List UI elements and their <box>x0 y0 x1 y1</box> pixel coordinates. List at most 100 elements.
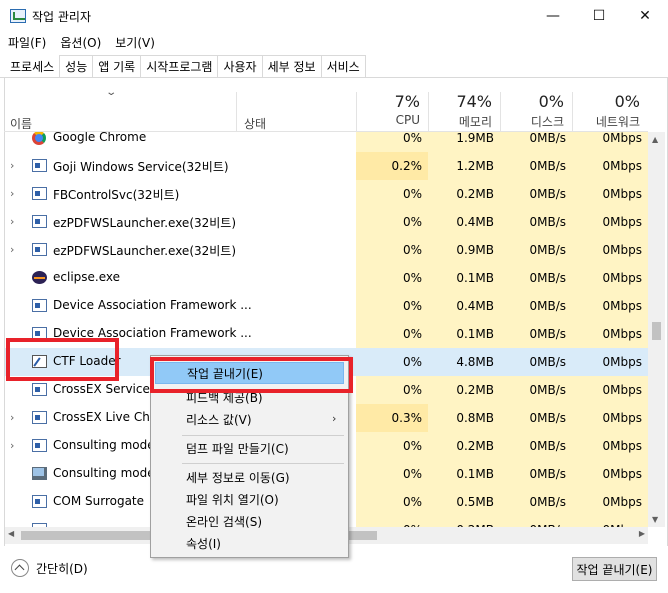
scroll-down-icon[interactable]: ▼ <box>652 515 658 524</box>
network-value: 0Mbps <box>572 292 648 320</box>
cpu-value: 0.3% <box>356 404 428 432</box>
disk-value: 0MB/s <box>500 180 572 208</box>
network-value: 0Mbps <box>572 320 648 348</box>
menu-search-online[interactable]: 온라인 검색(S) <box>186 511 262 533</box>
column-divider[interactable] <box>236 92 237 132</box>
expand-chevron-icon[interactable]: › <box>10 411 14 424</box>
memory-value: 0.5MB <box>428 488 500 516</box>
chrome-icon <box>32 132 46 145</box>
column-header-memory[interactable]: 74% 메모리 <box>428 92 500 132</box>
tab-app-history[interactable]: 앱 기록 <box>92 55 142 77</box>
disk-value: 0MB/s <box>500 432 572 460</box>
tab-details[interactable]: 세부 정보 <box>261 55 322 77</box>
column-header-name[interactable]: 이름 <box>10 115 32 132</box>
expand-chevron-icon[interactable]: › <box>10 243 14 256</box>
scroll-up-icon[interactable]: ▲ <box>652 135 658 144</box>
app-window-icon <box>32 495 47 508</box>
table-row[interactable]: › ezPDFWSLauncher.exe(32비트) 0% 0.4MB 0MB/s 0M… <box>5 208 648 236</box>
menu-resource-values[interactable]: 리소스 값(V) <box>186 409 252 431</box>
menu-open-file-location[interactable]: 파일 위치 열기(O) <box>186 489 279 511</box>
network-value: 0Mbps <box>572 208 648 236</box>
cpu-value: 0% <box>356 132 428 152</box>
memory-value: 0.4MB <box>428 208 500 236</box>
window-title: 작업 관리자 <box>32 10 92 24</box>
tab-performance[interactable]: 성능 <box>59 55 94 77</box>
network-label: 네트워크 <box>595 115 640 129</box>
cpu-value: 0% <box>356 208 428 236</box>
table-row[interactable]: › Goji Windows Service(32비트) 0.2% 1.2MB 0MB/… <box>5 152 648 180</box>
menu-separator <box>182 435 344 436</box>
network-value: 0Mbps <box>572 180 648 208</box>
menu-properties[interactable]: 속성(I) <box>186 533 221 555</box>
vertical-scrollbar[interactable]: ▲ ▼ <box>648 132 665 527</box>
process-name: CrossEX Service(3 <box>53 382 163 396</box>
tab-strip: 프로세스 성능 앱 기록 시작프로그램 사용자 세부 정보 서비스 <box>4 55 366 77</box>
app-window-icon <box>32 243 47 256</box>
app-window-icon <box>32 411 47 424</box>
cpu-value: 0% <box>356 516 428 527</box>
menu-options[interactable]: 옵션(O) <box>60 34 101 51</box>
menu-go-to-details[interactable]: 세부 정보로 이동(G) <box>186 467 290 489</box>
column-header-disk[interactable]: 0% 디스크 <box>500 92 572 132</box>
expand-chevron-icon[interactable]: › <box>10 439 14 452</box>
tab-users[interactable]: 사용자 <box>217 55 263 77</box>
cpu-value: 0% <box>356 236 428 264</box>
app-window-icon <box>32 383 47 396</box>
network-value: 0Mbps <box>572 264 648 292</box>
process-name: ezPDFWSLauncher.exe(32비트) <box>53 244 237 258</box>
memory-value: 0.1MB <box>428 460 500 488</box>
tab-startup[interactable]: 시작프로그램 <box>140 55 219 77</box>
memory-total: 74% <box>456 92 492 111</box>
minimize-button[interactable]: — <box>530 0 576 32</box>
table-row[interactable]: Device Association Framework ... 0% 0.4MB 0… <box>5 292 648 320</box>
collapse-icon[interactable] <box>11 559 29 577</box>
column-header-status[interactable]: 상태 <box>244 115 266 132</box>
sort-chevron-icon[interactable]: ⌄ <box>105 87 117 98</box>
menu-view[interactable]: 보기(V) <box>115 34 155 51</box>
title-bar: 작업 관리자 — ☐ ✕ <box>0 0 668 32</box>
cpu-value: 0.2% <box>356 152 428 180</box>
process-name: Consulting mode <box>53 438 155 452</box>
memory-value: 0.1MB <box>428 264 500 292</box>
cpu-value: 0% <box>356 264 428 292</box>
cpu-value: 0% <box>356 432 428 460</box>
cpu-value: 0% <box>356 460 428 488</box>
maximize-button[interactable]: ☐ <box>576 0 622 32</box>
network-value: 0Mbps <box>572 460 648 488</box>
memory-value: 0.2MB <box>428 376 500 404</box>
disk-value: 0MB/s <box>500 320 572 348</box>
process-name: Device Association Framework ... <box>53 298 252 312</box>
eclipse-icon <box>32 271 47 284</box>
cpu-value: 0% <box>356 376 428 404</box>
process-name: COM Surrogate <box>53 494 145 508</box>
expand-chevron-icon[interactable]: › <box>10 159 14 172</box>
table-row[interactable]: › FBControlSvc(32비트) 0% 0.2MB 0MB/s 0Mbps <box>5 180 648 208</box>
expand-chevron-icon[interactable]: › <box>10 215 14 228</box>
table-row[interactable]: Google Chrome 0% 1.9MB 0MB/s 0Mbps <box>5 132 648 152</box>
vertical-scroll-thumb[interactable] <box>652 322 661 340</box>
process-name: Google Chrome <box>53 132 147 144</box>
table-row[interactable]: › ezPDFWSLauncher.exe(32비트) 0% 0.9MB 0MB/s 0M… <box>5 236 648 264</box>
disk-value: 0MB/s <box>500 376 572 404</box>
memory-value: 1.2MB <box>428 152 500 180</box>
disk-value: 0MB/s <box>500 132 572 152</box>
column-header-network[interactable]: 0% 네트워크 <box>572 92 648 132</box>
scroll-left-icon[interactable]: ◀ <box>8 529 14 538</box>
memory-value: 0.1MB <box>428 320 500 348</box>
menu-bar: 파일(F) 옵션(O) 보기(V) <box>0 32 668 52</box>
fewer-details-link[interactable]: 간단히(D) <box>36 560 88 577</box>
network-value: 0Mbps <box>572 236 648 264</box>
end-task-button[interactable]: 작업 끝내기(E) <box>572 557 657 581</box>
table-row[interactable]: eclipse.exe 0% 0.1MB 0MB/s 0Mbps <box>5 264 648 292</box>
tab-services[interactable]: 서비스 <box>320 55 366 77</box>
column-header-cpu[interactable]: 7% CPU <box>356 92 428 132</box>
tab-processes[interactable]: 프로세스 <box>4 55 61 77</box>
disk-value: 0MB/s <box>500 404 572 432</box>
cpu-value: 0% <box>402 355 422 369</box>
scroll-right-icon[interactable]: ▶ <box>639 529 645 538</box>
expand-chevron-icon[interactable]: › <box>10 187 14 200</box>
menu-file[interactable]: 파일(F) <box>8 34 46 51</box>
close-button[interactable]: ✕ <box>622 0 668 32</box>
cpu-value: 0% <box>356 488 428 516</box>
menu-create-dump[interactable]: 덤프 파일 만들기(C) <box>186 438 289 460</box>
